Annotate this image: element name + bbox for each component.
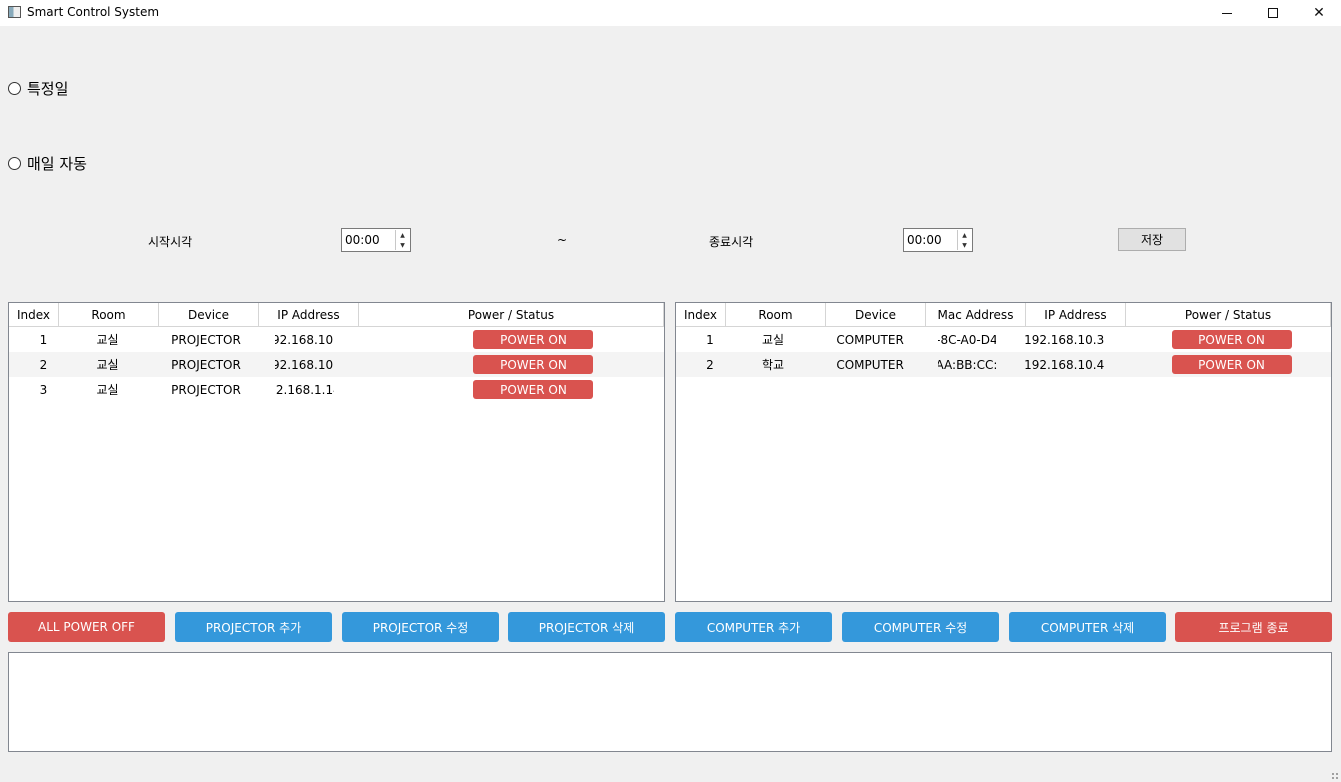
exit-program-button[interactable]: 프로그램 종료 (1175, 612, 1332, 642)
device-cell: COMPUTER (836, 357, 904, 372)
log-textarea[interactable] (8, 652, 1332, 752)
minimize-button[interactable] (1204, 0, 1250, 26)
room-cell: 교실 (96, 358, 119, 372)
ip-cell: 192.168.10.2 (274, 357, 334, 372)
device-cell: PROJECTOR (171, 332, 241, 347)
time-separator: ~ (557, 233, 568, 247)
column-header[interactable]: Power / Status (359, 303, 664, 327)
close-icon: ✕ (1313, 5, 1325, 21)
table-row[interactable]: 2 교실 PROJECTOR 192.168.10.2 POWER ON (9, 352, 664, 377)
ip-cell: 192.168.10.1 (274, 332, 334, 347)
special-day-label: 특정일 (27, 80, 69, 98)
column-header[interactable]: Index (9, 303, 59, 327)
index-cell: 1 (706, 332, 714, 347)
table-row[interactable]: 3 교실 PROJECTOR 192.168.1.140 POWER ON (9, 377, 664, 402)
maximize-icon (1268, 8, 1278, 18)
column-header[interactable]: Power / Status (1126, 303, 1331, 327)
ip-cell: 192.168.1.140 (275, 382, 334, 397)
window-title: Smart Control System (27, 5, 160, 19)
projector-add-button[interactable]: PROJECTOR 추가 (175, 612, 332, 642)
ip-cell: 192.168.10.3 (1024, 332, 1105, 347)
table-row[interactable]: 1 교실 COMPUTER 56-8C-A0-D4-... 192.168.10… (676, 327, 1331, 352)
end-time-label: 종료시각 (709, 235, 754, 249)
special-day-radio[interactable]: 특정일 (8, 78, 68, 99)
ip-cell: 192.168.10.4 (1024, 357, 1105, 372)
start-time-value[interactable]: 00:00 (345, 233, 380, 247)
column-header[interactable]: IP Address (1026, 303, 1126, 327)
room-cell: 교실 (96, 333, 119, 347)
column-header[interactable]: Room (726, 303, 826, 327)
power-status-button[interactable]: POWER ON (1171, 355, 1292, 374)
device-cell: COMPUTER (836, 332, 904, 347)
end-time-spinbox[interactable]: 00:00 ▲ ▼ (903, 228, 973, 252)
device-cell: PROJECTOR (171, 382, 241, 397)
computer-table[interactable]: Index Room Device Mac Address IP Address… (675, 302, 1332, 602)
radio-circle-icon (8, 157, 21, 170)
mac-cell: 00:AA:BB:CC:D... (938, 357, 997, 372)
column-header[interactable]: IP Address (259, 303, 359, 327)
room-cell: 교실 (761, 333, 785, 347)
projector-delete-button[interactable]: PROJECTOR 삭제 (508, 612, 665, 642)
device-cell: PROJECTOR (171, 357, 241, 372)
power-status-button[interactable]: POWER ON (1171, 330, 1292, 349)
power-status-button[interactable]: POWER ON (473, 380, 594, 399)
room-cell: 학교 (761, 358, 785, 372)
power-status-button[interactable]: POWER ON (473, 355, 594, 374)
spin-down-icon[interactable]: ▼ (396, 240, 409, 250)
start-time-spinbox[interactable]: 00:00 ▲ ▼ (341, 228, 411, 252)
computer-add-button[interactable]: COMPUTER 추가 (675, 612, 832, 642)
index-cell: 3 (39, 382, 48, 397)
computer-table-header: Index Room Device Mac Address IP Address… (676, 303, 1331, 327)
end-time-value[interactable]: 00:00 (907, 233, 942, 247)
column-header[interactable]: Mac Address (926, 303, 1026, 327)
index-cell: 1 (39, 332, 48, 347)
minimize-icon (1222, 12, 1232, 14)
radio-circle-icon (8, 82, 21, 95)
daily-auto-label: 매일 자동 (27, 155, 87, 173)
spin-up-icon[interactable]: ▲ (396, 230, 409, 240)
column-header[interactable]: Room (59, 303, 159, 327)
projector-table-header: Index Room Device IP Address Power / Sta… (9, 303, 664, 327)
save-button[interactable]: 저장 (1118, 228, 1186, 251)
spin-up-icon[interactable]: ▲ (958, 230, 971, 240)
projector-table[interactable]: Index Room Device IP Address Power / Sta… (8, 302, 665, 602)
table-row[interactable]: 2 학교 COMPUTER 00:AA:BB:CC:D... 192.168.1… (676, 352, 1331, 377)
projector-edit-button[interactable]: PROJECTOR 수정 (342, 612, 499, 642)
computer-delete-button[interactable]: COMPUTER 삭제 (1009, 612, 1166, 642)
column-header[interactable]: Index (676, 303, 726, 327)
app-icon (8, 6, 21, 18)
maximize-button[interactable] (1250, 0, 1296, 26)
power-status-button[interactable]: POWER ON (473, 330, 594, 349)
table-row[interactable]: 1 교실 PROJECTOR 192.168.10.1 POWER ON (9, 327, 664, 352)
title-bar: Smart Control System ✕ (0, 0, 1341, 26)
computer-edit-button[interactable]: COMPUTER 수정 (842, 612, 999, 642)
close-button[interactable]: ✕ (1296, 0, 1341, 26)
mac-cell: 56-8C-A0-D4-... (938, 332, 997, 347)
start-time-label: 시작시각 (148, 235, 193, 249)
spin-down-icon[interactable]: ▼ (958, 240, 971, 250)
room-cell: 교실 (96, 383, 119, 397)
index-cell: 2 (706, 357, 714, 372)
column-header[interactable]: Device (159, 303, 259, 327)
daily-auto-radio[interactable]: 매일 자동 (8, 153, 87, 174)
column-header[interactable]: Device (826, 303, 926, 327)
resize-grip-icon[interactable] (1331, 772, 1339, 780)
all-power-off-button[interactable]: ALL POWER OFF (8, 612, 165, 642)
index-cell: 2 (39, 357, 48, 372)
